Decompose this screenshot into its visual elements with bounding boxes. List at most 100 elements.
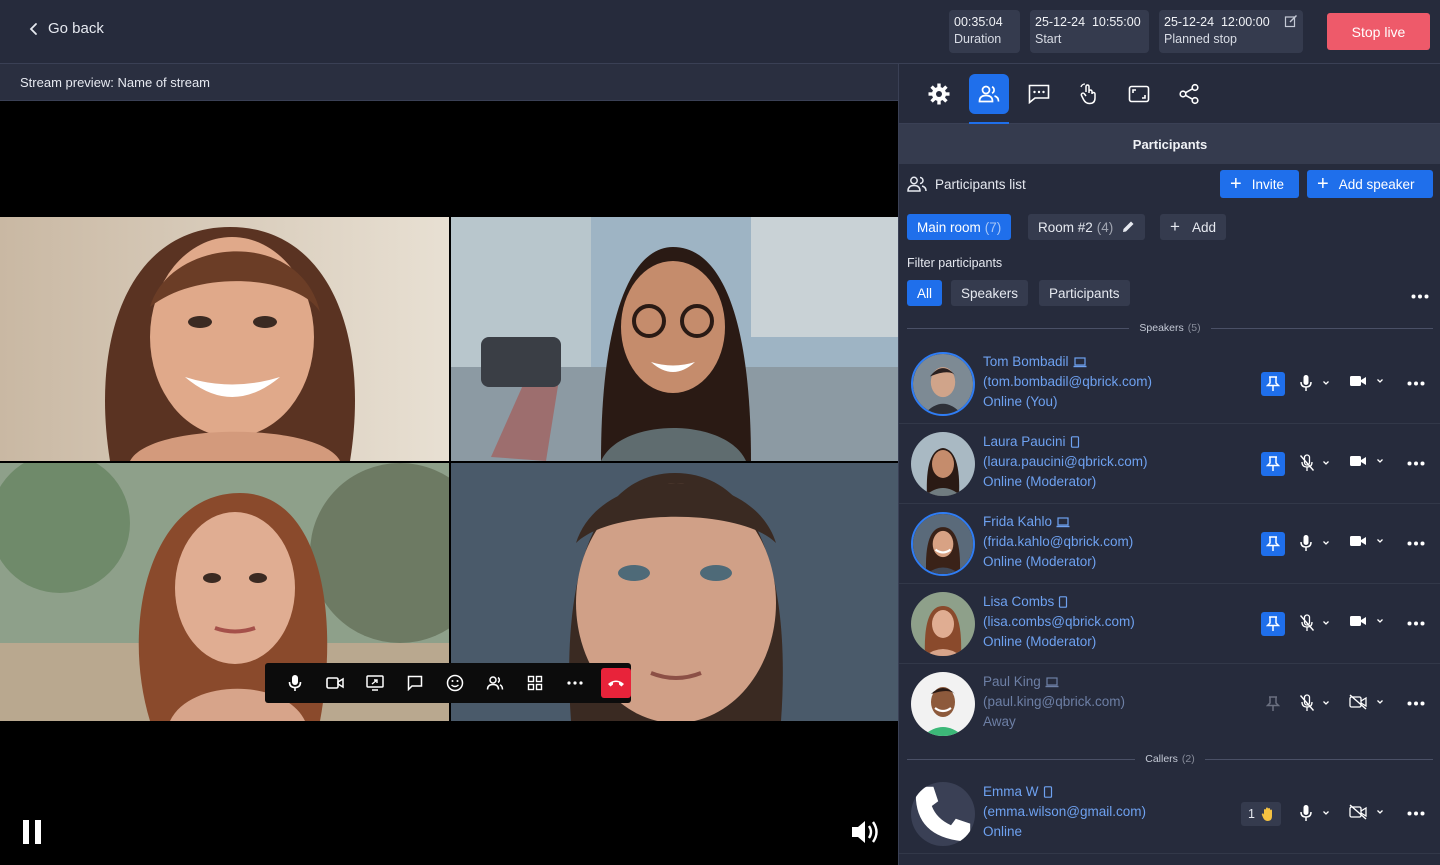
participant-more-button[interactable]	[1407, 381, 1425, 386]
camera-toggle[interactable]	[1349, 534, 1385, 548]
raised-hand-icon	[1261, 807, 1272, 821]
participant-row[interactable]: Paul King (paul.king@qbrick.com) Away	[899, 664, 1440, 744]
camera-toggle[interactable]	[1349, 804, 1385, 820]
participant-row[interactable]: Laura Paucini (laura.paucini@qbrick.com)…	[899, 424, 1440, 504]
participants-button[interactable]	[475, 663, 515, 703]
tab-interactions[interactable]	[1069, 74, 1109, 114]
mic-toggle[interactable]	[1299, 804, 1331, 822]
side-panel: Participants Participants list + Invite …	[898, 64, 1440, 865]
room-tab-main[interactable]: Main room (7)	[907, 214, 1012, 240]
participant-row[interactable]: Frida Kahlo (frida.kahlo@qbrick.com) Onl…	[899, 504, 1440, 584]
invite-button[interactable]: + Invite	[1220, 170, 1299, 198]
layout-grid-button[interactable]	[515, 663, 555, 703]
mic-toggle[interactable]	[1299, 534, 1331, 552]
plus-icon: +	[1170, 217, 1180, 236]
callers-divider-count: (2)	[1181, 753, 1195, 765]
pin-button[interactable]	[1261, 692, 1285, 716]
share-screen-button[interactable]	[355, 663, 395, 703]
more-horizontal-icon	[1411, 294, 1429, 299]
pin-icon	[1266, 456, 1280, 471]
toggle-mic-button[interactable]	[275, 663, 315, 703]
reactions-button[interactable]	[435, 663, 475, 703]
edit-icon[interactable]	[1284, 14, 1298, 28]
chat-button[interactable]	[395, 663, 435, 703]
mic-toggle[interactable]	[1299, 694, 1331, 712]
mic-toggle[interactable]	[1299, 454, 1331, 472]
camera-icon	[326, 677, 344, 689]
participant-more-button[interactable]	[1407, 701, 1425, 706]
more-horizontal-icon	[1407, 701, 1425, 706]
filter-participants[interactable]: Participants	[1039, 280, 1130, 306]
plus-icon: +	[1230, 173, 1242, 195]
camera-toggle[interactable]	[1349, 694, 1385, 710]
stop-live-button[interactable]: Stop live	[1327, 13, 1430, 50]
participant-more-button[interactable]	[1407, 621, 1425, 626]
chat-icon	[1028, 84, 1050, 104]
room-tab-2[interactable]: Room #2 (4)	[1028, 214, 1146, 240]
participant-more-button[interactable]	[1407, 541, 1425, 546]
participant-name: Laura Paucini	[983, 434, 1066, 449]
avatar	[911, 432, 975, 496]
pin-button[interactable]	[1261, 612, 1285, 636]
room-count: (7)	[984, 219, 1002, 235]
caller-avatar	[911, 782, 975, 846]
participant-email: (paul.king@qbrick.com)	[983, 694, 1126, 709]
pin-button[interactable]	[1261, 452, 1285, 476]
room-name: Room #2	[1038, 219, 1093, 235]
start-value: 25-12-24 10:55:00	[1035, 15, 1141, 29]
avatar	[911, 352, 975, 416]
video-tile-2[interactable]	[451, 217, 898, 461]
volume-button[interactable]	[850, 817, 880, 852]
camera-icon	[1350, 456, 1366, 466]
filter-more-button[interactable]	[1411, 286, 1429, 304]
chevron-down-icon	[1377, 379, 1383, 383]
pause-button[interactable]	[22, 820, 44, 849]
go-back-button[interactable]: Go back	[28, 20, 104, 37]
add-room-button[interactable]: + Add	[1160, 214, 1226, 240]
raised-hand-badge[interactable]: 1	[1241, 802, 1281, 826]
tab-layout[interactable]	[1119, 74, 1159, 114]
caller-row[interactable]: Emma W (emma.wilson@gmail.com) Online 1	[899, 774, 1440, 854]
pin-icon	[1266, 696, 1280, 711]
participant-info: Lisa Combs (lisa.combs@qbrick.com) Onlin…	[983, 592, 1135, 652]
pin-button[interactable]	[1261, 372, 1285, 396]
participant-row[interactable]: Lisa Combs (lisa.combs@qbrick.com) Onlin…	[899, 584, 1440, 664]
volume-icon	[852, 821, 878, 843]
participant-more-button[interactable]	[1407, 461, 1425, 466]
chevron-down-icon	[1323, 541, 1329, 545]
tab-share[interactable]	[1169, 74, 1209, 114]
microphone-icon	[1300, 375, 1312, 391]
camera-toggle[interactable]	[1349, 614, 1385, 628]
video-tile-1[interactable]	[0, 217, 449, 461]
panel-section-title: Participants	[899, 124, 1440, 164]
camera-toggle[interactable]	[1349, 454, 1385, 468]
filter-speakers[interactable]: Speakers	[951, 280, 1029, 306]
participant-more-button[interactable]	[1407, 811, 1425, 816]
chevron-left-icon	[29, 22, 37, 35]
toggle-camera-button[interactable]	[315, 663, 355, 703]
room-count: (4)	[1096, 219, 1114, 235]
avatar	[911, 512, 975, 576]
camera-toggle[interactable]	[1349, 374, 1385, 388]
raised-hand-count: 1	[1248, 807, 1255, 821]
tab-chat[interactable]	[1019, 74, 1059, 114]
more-options-button[interactable]	[555, 663, 595, 703]
pin-button[interactable]	[1261, 532, 1285, 556]
participant-info: Laura Paucini (laura.paucini@qbrick.com)…	[983, 432, 1148, 492]
participant-name: Frida Kahlo	[983, 514, 1053, 529]
grid-icon	[527, 675, 543, 691]
tab-participants[interactable]	[969, 74, 1009, 114]
filter-all[interactable]: All	[907, 280, 943, 306]
hang-up-button[interactable]	[601, 668, 631, 698]
mic-toggle[interactable]	[1299, 374, 1331, 392]
participant-status: Online (Moderator)	[983, 634, 1097, 649]
mic-toggle[interactable]	[1299, 614, 1331, 632]
tab-settings[interactable]	[919, 74, 959, 114]
camera-icon	[1350, 616, 1366, 626]
pencil-icon[interactable]	[1121, 220, 1135, 234]
microphone-muted-icon	[1299, 454, 1315, 471]
add-speaker-button[interactable]: + Add speaker	[1307, 170, 1433, 198]
participant-row[interactable]: Tom Bombadil (tom.bombadil@qbrick.com) O…	[899, 344, 1440, 424]
participant-email: (tom.bombadil@qbrick.com)	[983, 374, 1153, 389]
chevron-down-icon	[1377, 810, 1383, 814]
